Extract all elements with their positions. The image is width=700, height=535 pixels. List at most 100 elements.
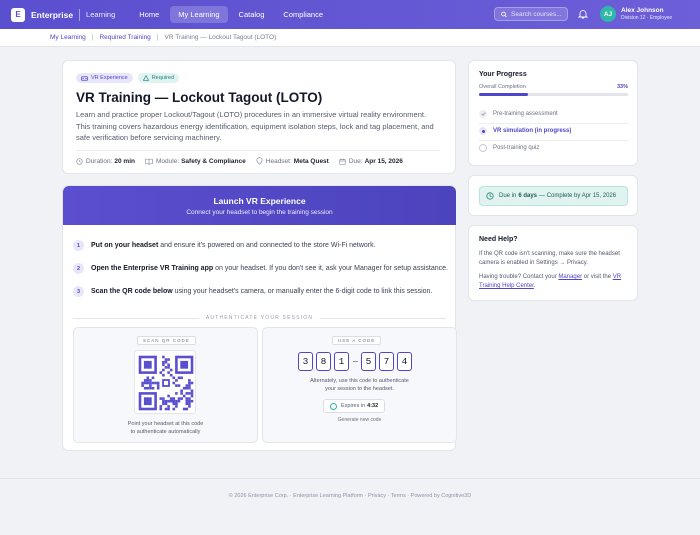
meta-duration-value: 20 min xyxy=(114,157,135,165)
nav-link-catalog[interactable]: Catalog xyxy=(231,6,273,23)
calendar-icon xyxy=(339,158,346,165)
code-digit: 4 xyxy=(397,352,412,371)
nav-link-my-learning[interactable]: My Learning xyxy=(170,6,228,23)
code-instructions: Alternately, use this code to authentica… xyxy=(310,378,409,392)
code-panel: USE A CODE 3 8 1 5 7 4 Alternately, use … xyxy=(262,327,457,443)
nav-links: Home My Learning Catalog Compliance xyxy=(131,6,334,23)
user-name: Alex Johnson xyxy=(621,7,664,14)
launch-title: Launch VR Experience xyxy=(213,196,306,206)
divider xyxy=(479,123,628,124)
qr-panel: SCAN QR CODE Point your headset at this … xyxy=(73,327,258,443)
timer-icon xyxy=(330,402,337,410)
top-nav: E Enterprise Learning Home My Learning C… xyxy=(0,0,700,29)
meta-duration-label: Duration: xyxy=(86,157,113,165)
qr-panel-label: SCAN QR CODE xyxy=(137,336,196,345)
help-text-contact: Having trouble? Contact your Manager or … xyxy=(479,274,622,289)
meta-module-label: Module: xyxy=(155,157,180,165)
book-icon xyxy=(145,158,153,165)
step-text: Scan the QR code below using your headse… xyxy=(91,288,433,295)
progress-item-label: Post-training quiz xyxy=(493,145,540,151)
progress-item-quiz[interactable]: Post-training quiz xyxy=(479,144,628,152)
step-1: 1 Put on your headset and ensure it's po… xyxy=(73,240,376,251)
breadcrumb-required-training[interactable]: Required Training xyxy=(99,34,150,41)
due-notice: Due in 6 days — Complete by Apr 15, 2026 xyxy=(479,186,628,206)
expires-value: 4:32 xyxy=(367,403,379,409)
required-badge: Required xyxy=(137,73,180,83)
breadcrumb-current: VR Training — Lockout Tagout (LOTO) xyxy=(164,34,277,41)
meta-due-value: Apr 15, 2026 xyxy=(364,157,403,165)
progress-bar-fill xyxy=(479,93,529,96)
help-text-scanning: If the QR code isn't scanning, make sure… xyxy=(479,251,620,266)
course-meta: Duration: 20 min Module: Safety & Compli… xyxy=(76,157,413,165)
required-badge-label: Required xyxy=(151,75,175,81)
launch-subtitle: Connect your headset to begin the traini… xyxy=(186,209,333,216)
meta-module-value: Safety & Compliance xyxy=(181,157,246,165)
brand-name: Enterprise xyxy=(31,9,74,20)
expires-label: Expires in xyxy=(341,403,366,409)
due-prefix: Due in xyxy=(499,193,517,199)
step-number: 3 xyxy=(73,286,84,297)
code-separator xyxy=(353,360,358,363)
breadcrumb-separator: | xyxy=(156,34,159,41)
manager-link[interactable]: Manager xyxy=(558,274,582,280)
vr-experience-badge: VR Experience xyxy=(76,73,133,83)
search-box[interactable] xyxy=(494,7,568,21)
overall-completion: Overall Completion 33% xyxy=(479,84,628,90)
user-role: Division 12 · Employee xyxy=(621,15,673,21)
clock-icon xyxy=(486,192,494,200)
footer-text: © 2026 Enterprise Corp. · Enterprise Lea… xyxy=(228,493,472,499)
qr-code-image xyxy=(138,355,194,411)
launch-vr-card: Launch VR Experience Connect your headse… xyxy=(62,185,457,451)
meta-duration: Duration: 20 min xyxy=(76,158,135,165)
page-title: VR Training — Lockout Tagout (LOTO) xyxy=(76,90,323,105)
headset-icon xyxy=(256,157,263,165)
help-card: Need Help? If the QR code isn't scanning… xyxy=(468,225,638,301)
meta-due: Due: Apr 15, 2026 xyxy=(339,158,403,165)
bell-icon[interactable] xyxy=(578,9,588,19)
launch-header: Launch VR Experience Connect your headse… xyxy=(63,186,456,225)
check-icon xyxy=(479,110,487,118)
code-digit: 7 xyxy=(379,352,394,371)
breadcrumb: My Learning | Required Training | VR Tra… xyxy=(0,29,700,47)
brand[interactable]: E Enterprise Learning xyxy=(11,7,116,22)
search-input[interactable] xyxy=(511,10,567,18)
help-title: Need Help? xyxy=(479,236,518,243)
breadcrumb-separator: | xyxy=(91,34,94,41)
due-days: 6 days xyxy=(518,193,538,199)
progress-bar xyxy=(479,93,628,96)
progress-card: Your Progress Overall Completion 33% Pre… xyxy=(468,60,638,166)
avatar[interactable]: AJ xyxy=(600,6,616,22)
breadcrumb-my-learning[interactable]: My Learning xyxy=(50,34,86,41)
code-digit: 8 xyxy=(316,352,331,371)
progress-item-simulation[interactable]: VR simulation (in progress) xyxy=(479,127,628,135)
search-icon xyxy=(501,11,507,17)
vr-headset-icon xyxy=(81,75,88,81)
step-number: 1 xyxy=(73,240,84,251)
progress-item-label: VR simulation (in progress) xyxy=(493,128,572,134)
nav-link-compliance[interactable]: Compliance xyxy=(275,6,331,23)
step-text: Open the Enterprise VR Training app on y… xyxy=(91,265,448,272)
code-digit: 5 xyxy=(361,352,376,371)
meta-headset-label: Headset: xyxy=(265,157,292,165)
step-2: 2 Open the Enterprise VR Training app on… xyxy=(73,263,448,274)
progress-title: Your Progress xyxy=(479,71,527,78)
progress-item-assessment[interactable]: Pre-training assessment xyxy=(479,110,628,118)
brand-divider xyxy=(79,8,81,21)
step-3: 3 Scan the QR code below using your head… xyxy=(73,286,432,297)
auth-divider: AUTHENTICATE YOUR SESSION xyxy=(73,315,447,321)
warning-icon xyxy=(142,75,149,81)
nav-link-home[interactable]: Home xyxy=(131,6,167,23)
expires-timer: Expires in 4:32 xyxy=(323,399,385,413)
qr-code[interactable] xyxy=(134,350,196,414)
user-menu[interactable]: Alex Johnson Division 12 · Employee xyxy=(621,7,672,21)
meta-due-label: Due: xyxy=(348,157,363,165)
course-description: Learn and practice proper Lockout/Tagout… xyxy=(76,110,434,142)
generate-new-code-link[interactable]: Generate new code xyxy=(263,417,456,423)
qr-caption: Point your headset at this code to authe… xyxy=(127,421,204,435)
brand-sub: Learning xyxy=(86,10,116,19)
divider xyxy=(479,140,628,141)
course-header-card: VR Experience Required VR Training — Loc… xyxy=(62,60,456,174)
overall-completion-label: Overall Completion xyxy=(479,84,526,90)
progress-item-label: Pre-training assessment xyxy=(493,111,558,117)
overall-completion-percent: 33% xyxy=(616,84,628,90)
